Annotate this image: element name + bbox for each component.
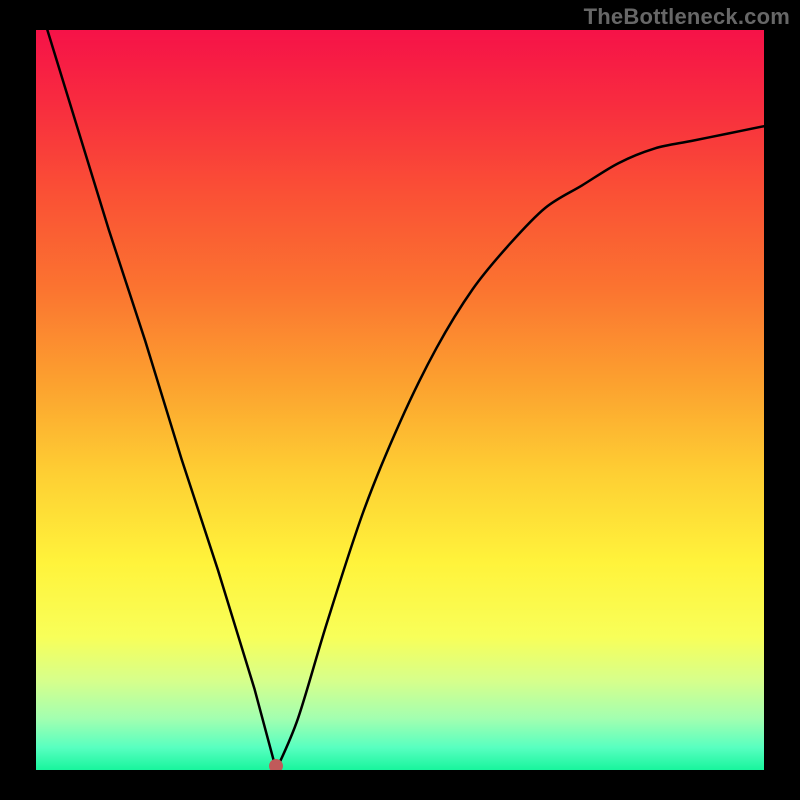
plot-area bbox=[36, 30, 764, 770]
minimum-marker-dot bbox=[269, 759, 283, 770]
watermark-text: TheBottleneck.com bbox=[584, 4, 790, 30]
bottleneck-curve bbox=[36, 30, 764, 770]
chart-frame: TheBottleneck.com bbox=[0, 0, 800, 800]
